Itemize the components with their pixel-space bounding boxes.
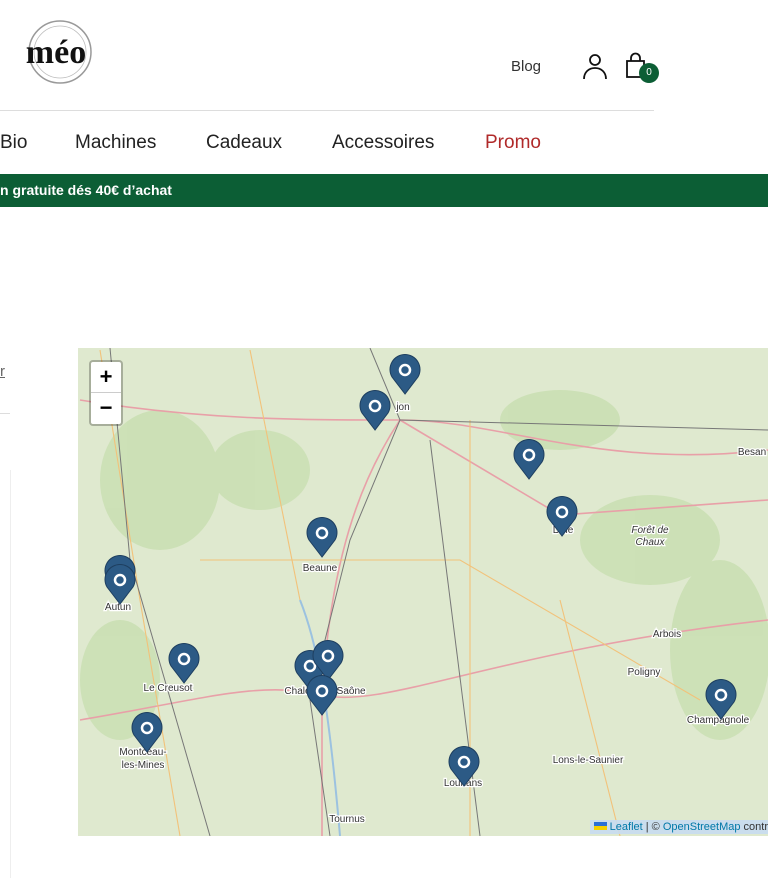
map-city-label: Tournus (329, 814, 365, 825)
shipping-banner: n gratuite dés 40€ d’achat (0, 174, 768, 207)
map-city-label: Montceau- (119, 747, 166, 758)
map-city-label: Chaux (636, 537, 666, 548)
store-marker[interactable] (513, 439, 545, 480)
map-city-label: Arbois (653, 629, 681, 640)
map-city-label: Poligny (628, 667, 661, 678)
nav-bio[interactable]: Bio (0, 132, 27, 154)
map-city-label: Champagnole (687, 715, 750, 726)
map-attribution: Leaflet | © OpenStreetMap contr (589, 820, 768, 834)
map-city-label: Autun (105, 602, 131, 613)
nav-accessoires[interactable]: Accessoires (332, 132, 434, 154)
meo-logo[interactable]: méo (12, 18, 100, 86)
map-city-label: Beaune (303, 563, 338, 574)
nav-cadeaux[interactable]: Cadeaux (206, 132, 282, 154)
zoom-out-button[interactable]: − (91, 393, 121, 423)
nav-machines[interactable]: Machines (75, 132, 156, 154)
header-divider (0, 110, 654, 111)
side-divider (0, 413, 10, 414)
leaflet-link[interactable]: Leaflet (610, 821, 643, 833)
map-city-label: les-Mines (122, 760, 165, 771)
cart-count-badge: 0 (639, 63, 659, 83)
store-marker[interactable] (359, 390, 391, 431)
store-marker[interactable] (306, 517, 338, 558)
map-city-label: Forêt de (631, 525, 669, 536)
store-list-panel[interactable] (0, 470, 11, 878)
ukraine-flag-icon (593, 822, 607, 830)
map-city-label: Besan (738, 447, 766, 458)
map-zoom-control: + − (89, 360, 123, 426)
blog-link[interactable]: Blog (511, 58, 541, 75)
svg-text:méo: méo (26, 34, 86, 71)
osm-link[interactable]: OpenStreetMap (663, 821, 741, 833)
store-marker[interactable] (104, 564, 136, 605)
account-icon[interactable] (581, 52, 609, 80)
map-city-label: Le Creusot (144, 683, 193, 694)
map-city-label: jon (395, 402, 409, 413)
store-marker[interactable] (389, 354, 421, 395)
store-marker[interactable] (168, 643, 200, 684)
attribution-text: contr (740, 821, 768, 833)
attribution-separator: | © (642, 821, 663, 833)
store-map[interactable]: jonBesanBeauneAutunLe CreusotChalon-sur-… (78, 348, 768, 836)
zoom-in-button[interactable]: + (91, 362, 121, 393)
map-city-label: Lons-le-Saunier (553, 755, 624, 766)
nav-promo[interactable]: Promo (485, 132, 541, 154)
side-link[interactable]: r (0, 363, 5, 380)
